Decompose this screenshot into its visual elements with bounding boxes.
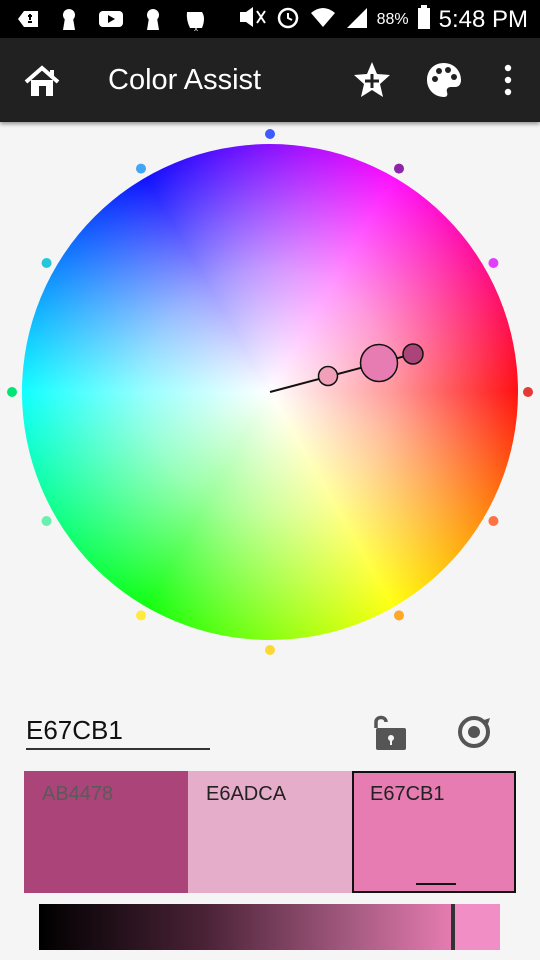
youtube-icon — [98, 6, 124, 32]
hue-marker-3[interactable] — [265, 129, 275, 139]
status-bar: x 88% 5:48 PM — [0, 0, 540, 38]
app-title: Color Assist — [108, 64, 262, 96]
signal-icon — [345, 4, 369, 35]
add-box-icon — [14, 6, 40, 32]
app-bar: Color Assist — [0, 38, 540, 122]
shade-slider-tail — [455, 904, 500, 950]
swatch-dark[interactable]: AB4478 — [24, 771, 188, 893]
more-vert-icon[interactable] — [496, 60, 520, 100]
unlock-icon[interactable] — [370, 712, 410, 752]
hue-marker-6[interactable] — [7, 387, 17, 397]
hue-marker-11[interactable] — [488, 516, 499, 526]
mute-icon — [237, 4, 267, 35]
hue-marker-10[interactable] — [394, 610, 404, 621]
wheel-overlay — [7, 129, 533, 655]
swatch-label: E6ADCA — [206, 783, 287, 805]
clock: 5:48 PM — [438, 5, 528, 33]
add-favorite-icon[interactable] — [352, 60, 392, 100]
harmony-handle-small[interactable] — [317, 365, 339, 387]
alarm-icon — [275, 4, 301, 35]
shade-slider-track[interactable] — [39, 904, 453, 950]
evernote-icon: x — [182, 6, 208, 33]
battery-icon — [417, 4, 431, 35]
color-swatches: AB4478 E6ADCA E67CB1 — [24, 771, 516, 893]
hue-marker-4[interactable] — [136, 163, 146, 174]
svg-text:x: x — [194, 24, 198, 32]
hue-marker-9[interactable] — [265, 645, 275, 655]
hue-marker-8[interactable] — [136, 610, 146, 621]
swatch-selected[interactable]: E67CB1 — [352, 771, 516, 893]
palette-icon[interactable] — [424, 60, 464, 100]
hue-marker-5[interactable] — [41, 258, 52, 268]
hue-marker-2[interactable] — [394, 163, 404, 174]
keyhole-icon — [56, 6, 82, 32]
wifi-icon — [309, 4, 337, 35]
swatch-label: AB4478 — [42, 783, 114, 805]
swatch-light[interactable]: E6ADCA — [188, 771, 352, 893]
notification-icons: x — [14, 6, 208, 33]
battery-percent: 88% — [376, 10, 409, 28]
harmony-handle-dark[interactable] — [402, 343, 424, 365]
hue-marker-7[interactable] — [41, 516, 52, 526]
home-icon[interactable] — [22, 62, 62, 102]
color-wheel-area — [0, 122, 540, 672]
system-icons: 88% 5:48 PM — [237, 4, 528, 35]
swatch-label: E67CB1 — [370, 783, 445, 805]
selected-indicator — [416, 883, 456, 885]
harmony-handle-main[interactable] — [359, 343, 399, 383]
hue-marker-0[interactable] — [523, 387, 533, 397]
eyedropper-target-icon[interactable] — [456, 714, 492, 750]
keyhole-icon-2 — [140, 6, 166, 32]
hex-color-input[interactable] — [26, 712, 210, 750]
hue-marker-1[interactable] — [488, 258, 499, 268]
